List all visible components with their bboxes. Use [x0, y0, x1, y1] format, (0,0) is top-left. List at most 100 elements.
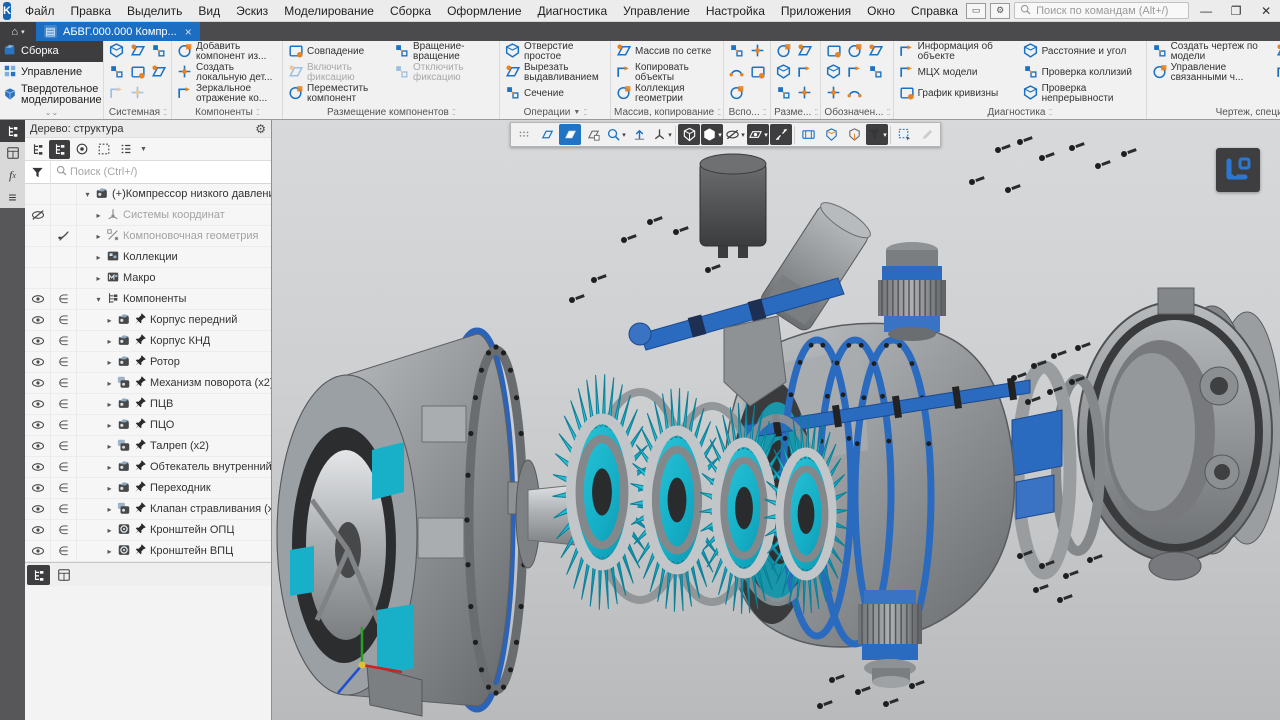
eye-icon[interactable]	[25, 457, 51, 477]
ribbon-button-enable-fixation[interactable]: Включить фиксацию	[286, 63, 390, 83]
tree-row[interactable]: ∈ ▸ Кронштейн ОПЦ	[25, 520, 271, 541]
viewport-tool-orient-up[interactable]	[628, 124, 650, 145]
viewport-tool-grip[interactable]	[513, 124, 535, 145]
tree-view-tab[interactable]	[27, 565, 50, 585]
expand-arrow[interactable]: ▸	[105, 526, 114, 535]
eye-icon[interactable]	[25, 541, 51, 561]
menu-моделирование[interactable]: Моделирование	[276, 0, 382, 22]
close-button[interactable]: ✕	[1253, 1, 1279, 21]
viewport-tool-zoom[interactable]: ▾	[605, 124, 627, 145]
ribbon-category-solid[interactable]: Твердотельное моделирование	[0, 83, 103, 107]
ribbon-button-create-specification[interactable]: Создать спецификаци...	[1274, 42, 1280, 62]
in-icon[interactable]: ∈	[51, 352, 77, 372]
ribbon-button-distance-angle[interactable]: Расстояние и угол	[1021, 42, 1143, 62]
viewport-tool-hexagon[interactable]: ▾	[701, 124, 723, 145]
ribbon-button-collision-check[interactable]: Проверка коллизий	[1021, 63, 1143, 83]
menu-управление[interactable]: Управление	[615, 0, 698, 22]
ribbon-button-manage-linked-specs[interactable]: Управление связанными с...	[1274, 63, 1280, 83]
ribbon-button-aux1[interactable]	[727, 42, 746, 62]
ribbon-button-dim3[interactable]	[774, 63, 793, 83]
tree-toolbar-selection-set[interactable]	[93, 140, 114, 159]
expand-arrow[interactable]: ▸	[105, 547, 114, 556]
ribbon-button-ann6[interactable]	[866, 63, 885, 83]
expand-arrow[interactable]: ▾	[83, 190, 92, 199]
ribbon-button-preview[interactable]	[128, 63, 147, 83]
viewport-tool-box2[interactable]	[820, 124, 842, 145]
ribbon-button-redo[interactable]	[128, 84, 147, 104]
settings-box-icon[interactable]: ⚙	[990, 2, 1011, 19]
ribbon-button-copy-objects[interactable]: Копировать объекты	[614, 63, 718, 83]
menu-диагностика[interactable]: Диагностика	[530, 0, 616, 22]
tree-row[interactable]: ∈ ▸ Талреп (x2)	[25, 436, 271, 457]
eye-icon[interactable]	[25, 289, 51, 309]
tree-row[interactable]: ∈ ▸ Механизм поворота (x2)	[25, 373, 271, 394]
tree-row[interactable]: ∈ ▸ Клапан стравливания (x2)	[25, 499, 271, 520]
eye-icon[interactable]	[25, 331, 51, 351]
filter-icon[interactable]	[25, 160, 51, 184]
tree-toolbar-structure-tree[interactable]	[49, 139, 70, 159]
ribbon-button-dim5[interactable]	[774, 84, 793, 104]
ribbon-button-print[interactable]	[107, 63, 126, 83]
in-icon[interactable]: ∈	[51, 520, 77, 540]
eye-icon[interactable]	[25, 478, 51, 498]
tree-row[interactable]: ▸ Макро	[25, 268, 271, 289]
expand-arrow[interactable]: ▸	[94, 232, 103, 241]
expand-arrow[interactable]: ▸	[105, 358, 114, 367]
expand-arrow[interactable]: ▾	[94, 295, 103, 304]
in-icon[interactable]: ∈	[51, 289, 77, 309]
tree-row[interactable]: ∈ ▸ Переходник	[25, 478, 271, 499]
in-icon[interactable]: ∈	[51, 373, 77, 393]
categories-collapse-chevron[interactable]: ⌄⌄	[0, 109, 103, 119]
viewport-tool-plane[interactable]	[536, 124, 558, 145]
expand-arrow[interactable]: ▸	[105, 316, 114, 325]
eye-icon[interactable]	[25, 499, 51, 519]
assembly-3d-model[interactable]	[272, 120, 1280, 720]
ribbon-button-aux3[interactable]	[727, 63, 746, 83]
ribbon-button-geometry-collection[interactable]: Коллекция геометрии	[614, 84, 718, 104]
ribbon-button-ann2[interactable]	[845, 42, 864, 62]
tree-row[interactable]: ∈ ▸ ПЦО	[25, 415, 271, 436]
in-icon[interactable]: ∈	[51, 499, 77, 519]
menu-эскиз[interactable]: Эскиз	[228, 0, 276, 22]
viewport-tool-hide-eye[interactable]: ▾	[724, 124, 746, 145]
eye-icon[interactable]	[25, 373, 51, 393]
tree-toolbar-caret[interactable]: ▼	[137, 146, 150, 153]
in-icon[interactable]: ∈	[51, 541, 77, 561]
ribbon-button-open[interactable]	[128, 42, 147, 62]
menu-приложения[interactable]: Приложения	[773, 0, 859, 22]
tree-row[interactable]: ▾ (+)Компрессор низкого давления (Т	[25, 184, 271, 205]
ribbon-button-ann1[interactable]	[824, 42, 843, 62]
ribbon-button-cut-extrude[interactable]: Вырезать выдавливанием	[503, 63, 607, 83]
expand-arrow[interactable]: ▸	[105, 442, 114, 451]
viewport-tool-pencil[interactable]	[916, 124, 938, 145]
tree-row[interactable]: ∈ ▸ Корпус передний	[25, 310, 271, 331]
ribbon-button-manage-linked-drawings[interactable]: Управление связанными ч...	[1150, 63, 1272, 83]
menu-правка[interactable]: Правка	[62, 0, 119, 22]
eye-icon[interactable]	[25, 394, 51, 414]
ribbon-button-save-as[interactable]	[149, 63, 168, 83]
tree-row[interactable]: ∈ ▸ Корпус КНД	[25, 331, 271, 352]
ribbon-button-simple-hole[interactable]: Отверстие простое	[503, 42, 607, 62]
ribbon-button-dim4[interactable]	[795, 63, 814, 83]
tab-close-icon[interactable]: ×	[185, 25, 192, 39]
in-icon[interactable]: ∈	[51, 331, 77, 351]
ribbon-button-mirror-components[interactable]: Зеркальное отражение ко...	[175, 84, 279, 104]
ribbon-button-create-drawing[interactable]: Создать чертеж по модели	[1150, 42, 1272, 62]
tree-row[interactable]: ▸ Компоновочная геометрия	[25, 226, 271, 247]
ribbon-button-ann8[interactable]	[845, 84, 864, 104]
ribbon-button-aux2[interactable]	[748, 42, 767, 62]
menu-файл[interactable]: Файл	[17, 0, 63, 22]
ribbon-button-dim2[interactable]	[795, 42, 814, 62]
tree-row[interactable]: ▸ Системы координат	[25, 205, 271, 226]
list-view-tab[interactable]	[52, 565, 75, 585]
viewport-tool-film[interactable]	[797, 124, 819, 145]
orientation-widget[interactable]	[1216, 148, 1260, 192]
eye-off-icon[interactable]	[25, 205, 51, 225]
expand-arrow[interactable]: ▸	[105, 379, 114, 388]
ribbon-category-active-assembly[interactable]: Сборка	[0, 41, 103, 62]
in-icon[interactable]: ∈	[51, 415, 77, 435]
tree-row[interactable]: ∈ ▸ Ротор	[25, 352, 271, 373]
ribbon-button-section[interactable]: Сечение	[503, 84, 607, 104]
ribbon-button-undo[interactable]	[107, 84, 126, 104]
viewport-tool-plane-fill[interactable]	[559, 124, 581, 145]
